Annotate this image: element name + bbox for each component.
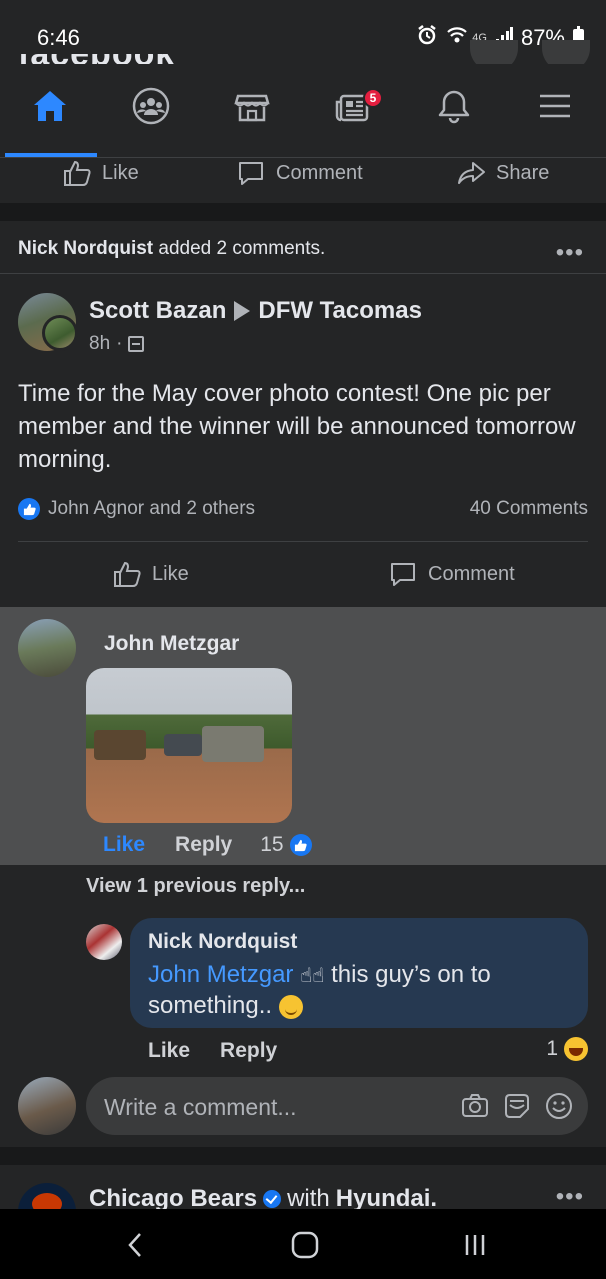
reactions-summary[interactable]: John Agnor and 2 others bbox=[18, 498, 255, 520]
composer-icons bbox=[460, 1091, 574, 1121]
comment-composer[interactable]: Write a comment... bbox=[86, 1077, 588, 1135]
finger-emoji-icon: ☝ bbox=[300, 965, 313, 987]
recents-button[interactable] bbox=[455, 1227, 495, 1263]
previous-post-actions: Like Comment Share bbox=[0, 158, 606, 203]
comment-like-button[interactable]: Like bbox=[103, 833, 145, 857]
wifi-icon bbox=[446, 25, 468, 51]
thumbs-up-icon bbox=[114, 561, 141, 587]
reply-reaction-count[interactable]: 1 bbox=[546, 1037, 588, 1061]
post-time[interactable]: 8h bbox=[89, 333, 110, 355]
post-body: Time for the May cover photo contest! On… bbox=[18, 380, 576, 473]
arrow-right-icon bbox=[234, 301, 251, 321]
current-user-avatar bbox=[18, 1077, 76, 1135]
hamburger-menu-icon bbox=[540, 94, 570, 118]
laugh-reaction-icon bbox=[564, 1037, 588, 1061]
reply-bubble[interactable]: Nick Nordquist John Metzgar ☝☝ this guy’… bbox=[130, 918, 588, 1028]
comment-icon bbox=[391, 563, 415, 586]
marketplace-icon bbox=[234, 94, 270, 122]
groups-icon bbox=[132, 87, 170, 125]
reply-text: John Metzgar ☝☝ this guy’s on to somethi… bbox=[148, 961, 491, 1019]
more-options-icon[interactable]: ••• bbox=[556, 241, 584, 265]
recents-icon bbox=[465, 1235, 485, 1255]
post-card: Nick Nordquist added 2 comments. ••• Sco… bbox=[0, 221, 606, 1147]
activity-header: Nick Nordquist added 2 comments. bbox=[18, 238, 326, 259]
comment-photo[interactable] bbox=[86, 668, 292, 823]
news-badge: 5 bbox=[363, 88, 383, 108]
prev-share-button[interactable]: Share bbox=[456, 158, 549, 188]
camera-icon[interactable] bbox=[460, 1091, 490, 1121]
like-reaction-icon bbox=[18, 498, 40, 520]
tab-marketplace[interactable] bbox=[212, 86, 292, 146]
system-navigation-bar bbox=[0, 1209, 606, 1279]
wink-emoji-icon bbox=[278, 994, 303, 1019]
comment-reply-button[interactable]: Reply bbox=[175, 833, 232, 857]
bell-icon bbox=[438, 90, 470, 124]
reply-author[interactable]: Nick Nordquist bbox=[148, 930, 297, 954]
back-chevron-icon bbox=[128, 1233, 141, 1257]
prev-comment-button[interactable]: Comment bbox=[236, 158, 363, 188]
reply-reply-button[interactable]: Reply bbox=[220, 1039, 277, 1063]
thumbs-up-icon bbox=[64, 160, 91, 186]
author-name[interactable]: Scott Bazan bbox=[89, 297, 226, 325]
prev-like-button[interactable]: Like bbox=[62, 158, 139, 188]
post-comment-button[interactable]: Comment bbox=[388, 559, 515, 589]
sticker-icon[interactable] bbox=[502, 1091, 532, 1121]
reply-actions: Like Reply bbox=[148, 1039, 277, 1063]
tab-news[interactable]: 5 bbox=[313, 86, 393, 146]
like-reaction-icon bbox=[289, 834, 312, 856]
reply-like-button[interactable]: Like bbox=[148, 1039, 190, 1063]
status-time: 6:46 bbox=[37, 25, 80, 50]
comment-reaction-count[interactable]: 15 bbox=[260, 833, 312, 857]
comments-count[interactable]: 40 Comments bbox=[470, 498, 588, 520]
home-system-button[interactable] bbox=[285, 1227, 325, 1263]
post-meta: 8h · bbox=[89, 333, 145, 355]
tab-notifications[interactable] bbox=[414, 86, 494, 146]
tab-home[interactable] bbox=[10, 86, 90, 146]
comment-actions: Like Reply 15 bbox=[103, 833, 312, 857]
group-name[interactable]: DFW Tacomas bbox=[258, 297, 422, 325]
alarm-icon bbox=[416, 24, 438, 52]
commenter-avatar[interactable] bbox=[18, 619, 76, 677]
status-bar: 6:46 4G 87% facebook bbox=[0, 0, 606, 72]
post-like-button[interactable]: Like bbox=[112, 559, 189, 589]
comment-input-placeholder: Write a comment... bbox=[104, 1094, 297, 1120]
commenter-name[interactable]: John Metzgar bbox=[104, 632, 239, 656]
actions-divider bbox=[18, 541, 588, 542]
back-button[interactable] bbox=[116, 1227, 156, 1263]
reply-avatar[interactable] bbox=[86, 924, 122, 960]
next-post-more-icon[interactable]: ••• bbox=[556, 1185, 584, 1209]
tab-groups[interactable] bbox=[111, 86, 191, 146]
view-previous-replies[interactable]: View 1 previous reply... bbox=[86, 875, 305, 898]
tab-menu[interactable] bbox=[515, 86, 595, 146]
home-rounded-square-icon bbox=[291, 1231, 319, 1259]
verified-badge-icon bbox=[263, 1190, 282, 1208]
comment-icon bbox=[239, 162, 263, 185]
post-header: Scott Bazan DFW Tacomas bbox=[89, 297, 422, 325]
home-icon bbox=[34, 91, 66, 121]
finger-emoji-icon: ☝ bbox=[312, 965, 325, 987]
activity-divider bbox=[0, 273, 606, 274]
reply-mention[interactable]: John Metzgar bbox=[148, 961, 293, 988]
active-tab-indicator bbox=[5, 153, 97, 157]
tab-bar: 5 bbox=[0, 64, 606, 158]
group-avatar[interactable] bbox=[42, 315, 78, 351]
group-privacy-icon bbox=[128, 336, 145, 352]
next-post-card: Chicago Bears with Hyundai. ••• bbox=[0, 1165, 606, 1241]
share-icon bbox=[458, 162, 485, 184]
activity-actor[interactable]: Nick Nordquist bbox=[18, 238, 153, 259]
emoji-icon[interactable] bbox=[544, 1091, 574, 1121]
